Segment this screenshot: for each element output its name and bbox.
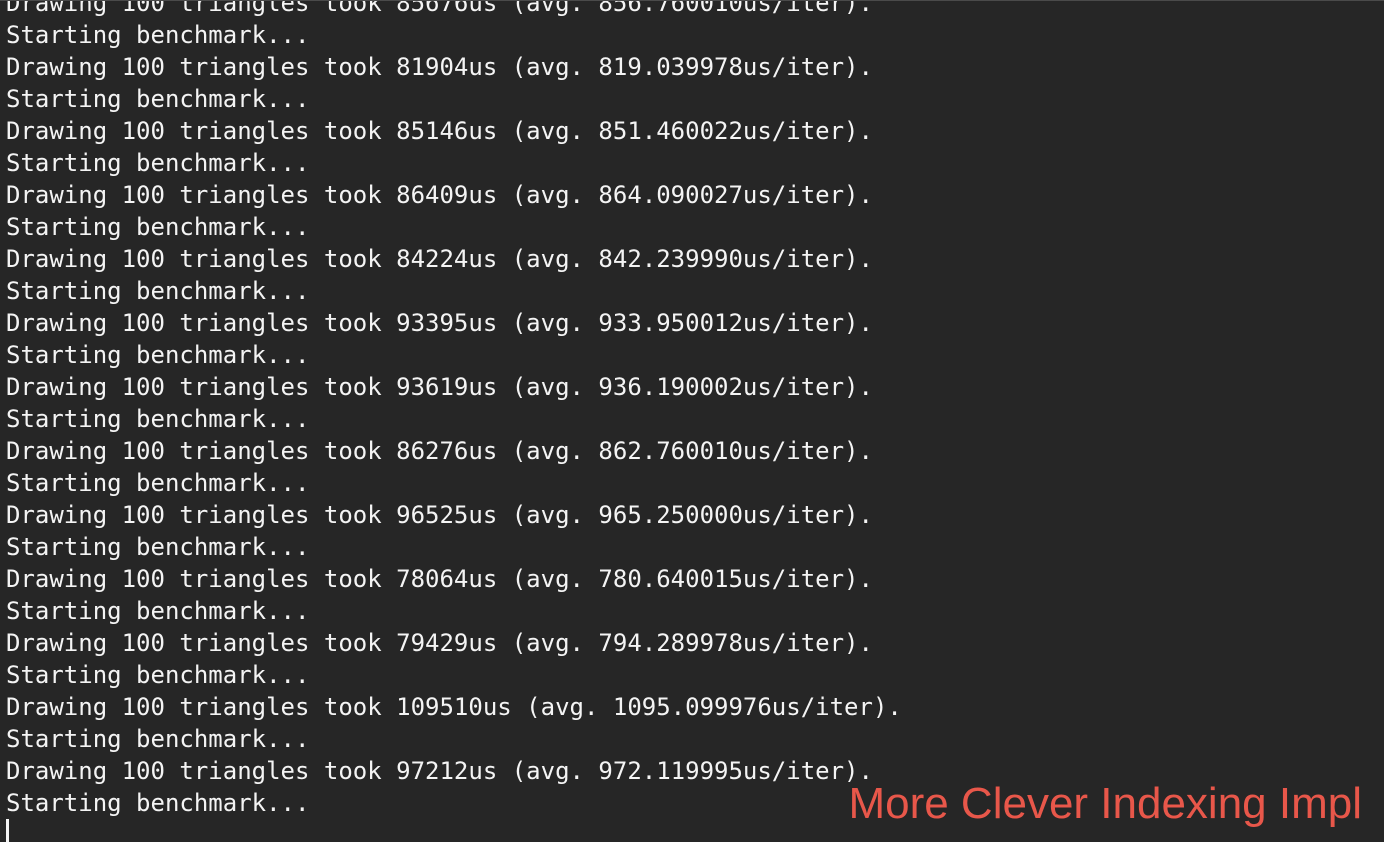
output-line: Drawing 100 triangles took 86276us (avg.… bbox=[6, 437, 873, 465]
terminal-output: Drawing 100 triangles took 85676us (avg.… bbox=[6, 0, 902, 819]
output-line: Drawing 100 triangles took 86409us (avg.… bbox=[6, 181, 873, 209]
output-line: Drawing 100 triangles took 79429us (avg.… bbox=[6, 629, 873, 657]
output-line: Starting benchmark... bbox=[6, 85, 310, 113]
output-line: Drawing 100 triangles took 85676us (avg.… bbox=[6, 0, 873, 17]
output-line: Starting benchmark... bbox=[6, 661, 310, 689]
output-line: Drawing 100 triangles took 81904us (avg.… bbox=[6, 53, 873, 81]
output-line: Starting benchmark... bbox=[6, 149, 310, 177]
output-line: Starting benchmark... bbox=[6, 725, 310, 753]
terminal-window[interactable]: Drawing 100 triangles took 85676us (avg.… bbox=[0, 0, 1384, 842]
output-line: Drawing 100 triangles took 97212us (avg.… bbox=[6, 757, 873, 785]
output-line: Starting benchmark... bbox=[6, 341, 310, 369]
output-line: Starting benchmark... bbox=[6, 21, 310, 49]
output-line: Drawing 100 triangles took 78064us (avg.… bbox=[6, 565, 873, 593]
output-line: Drawing 100 triangles took 109510us (avg… bbox=[6, 693, 902, 721]
output-line: Drawing 100 triangles took 85146us (avg.… bbox=[6, 117, 873, 145]
output-line: Drawing 100 triangles took 93619us (avg.… bbox=[6, 373, 873, 401]
output-line: Starting benchmark... bbox=[6, 277, 310, 305]
caption-overlay: More Clever Indexing Impl bbox=[848, 779, 1362, 828]
output-line: Starting benchmark... bbox=[6, 597, 310, 625]
output-line: Drawing 100 triangles took 96525us (avg.… bbox=[6, 501, 873, 529]
output-line: Drawing 100 triangles took 84224us (avg.… bbox=[6, 245, 873, 273]
output-line: Starting benchmark... bbox=[6, 405, 310, 433]
text-cursor bbox=[6, 819, 9, 842]
output-line: Starting benchmark... bbox=[6, 213, 310, 241]
output-line: Drawing 100 triangles took 93395us (avg.… bbox=[6, 309, 873, 337]
output-line: Starting benchmark... bbox=[6, 469, 310, 497]
output-line: Starting benchmark... bbox=[6, 533, 310, 561]
output-line: Starting benchmark... bbox=[6, 789, 310, 817]
